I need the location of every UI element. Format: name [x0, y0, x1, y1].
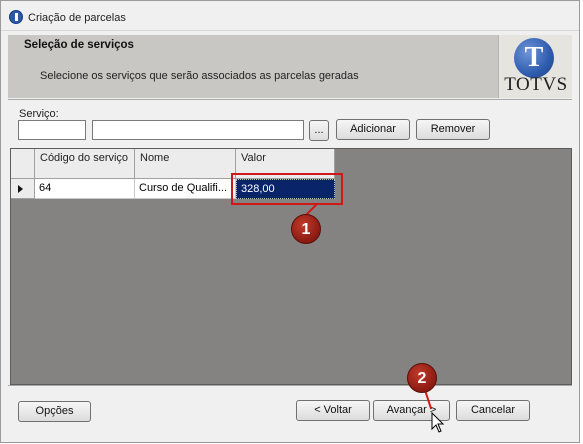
page-title: Seleção de serviços: [24, 39, 134, 51]
service-description-input[interactable]: [92, 120, 304, 140]
totvs-logo: T TOTVS: [498, 35, 572, 98]
service-code-input[interactable]: [18, 120, 86, 140]
column-header-nome[interactable]: Nome: [135, 149, 236, 179]
header-divider: [8, 99, 572, 100]
grid-corner: [11, 149, 35, 179]
back-button[interactable]: < Voltar: [296, 400, 370, 421]
dialog-window: Criação de parcelas Seleção de serviços …: [0, 0, 580, 443]
highlight-box: [231, 173, 343, 205]
service-label: Serviço:: [19, 108, 59, 120]
logo-letter: T: [524, 42, 544, 73]
row-selector-icon[interactable]: [11, 179, 35, 199]
window-title: Criação de parcelas: [28, 12, 126, 24]
add-button[interactable]: Adicionar: [336, 119, 410, 140]
annotation-marker-1: 1: [291, 214, 321, 244]
footer-divider: [8, 385, 572, 386]
logo-text: TOTVS: [504, 74, 568, 95]
remove-button[interactable]: Remover: [416, 119, 490, 140]
browse-button[interactable]: ...: [309, 120, 329, 141]
cell-codigo[interactable]: 64: [35, 179, 135, 199]
title-bar: Criação de parcelas: [1, 1, 579, 31]
header-panel: Seleção de serviços Selecione os serviço…: [8, 35, 572, 98]
column-header-codigo[interactable]: Código do serviço: [35, 149, 135, 179]
cancel-button[interactable]: Cancelar: [456, 400, 530, 421]
logo-circle-icon: T: [514, 38, 554, 78]
options-button[interactable]: Opções: [18, 401, 91, 422]
annotation-marker-2: 2: [407, 363, 437, 393]
cell-nome[interactable]: Curso de Qualifi...: [135, 179, 236, 199]
mouse-cursor-icon: [431, 412, 445, 433]
app-icon: [9, 10, 23, 24]
page-subtitle: Selecione os serviços que serão associad…: [40, 70, 359, 82]
